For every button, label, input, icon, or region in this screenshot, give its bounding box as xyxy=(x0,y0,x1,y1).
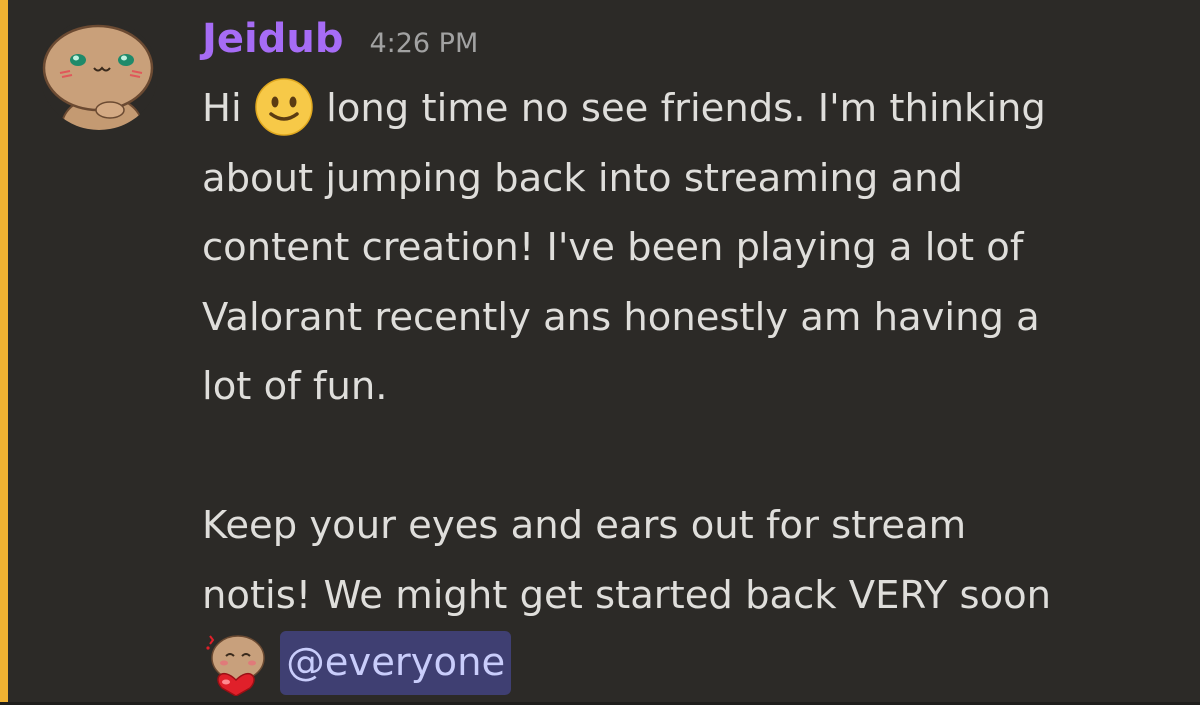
username[interactable]: Jeidub xyxy=(202,14,343,64)
mention-highlight-bar xyxy=(0,0,8,705)
message-line: content creation! I've been playing a lo… xyxy=(202,225,1024,270)
message-line: Keep your eyes and ears out for stream xyxy=(202,503,967,548)
message-line: about jumping back into streaming and xyxy=(202,155,963,201)
message-line: @everyone xyxy=(202,630,1162,700)
everyone-mention[interactable]: @everyone xyxy=(280,630,512,695)
message-timestamp[interactable]: 4:26 PM xyxy=(369,19,478,69)
user-avatar[interactable] xyxy=(40,18,158,130)
message-content: Hi long time no see friends. I'm thinkin… xyxy=(202,74,1162,700)
message-line: Hi long time no see friends. I'm thinkin… xyxy=(202,74,1162,144)
message-line: lot of fun. xyxy=(202,364,388,409)
message-header: Jeidub 4:26 PM xyxy=(202,14,478,64)
slightly-smiling-face-emoji-icon[interactable] xyxy=(254,77,314,137)
blushing-heart-bun-emoji-icon[interactable] xyxy=(202,630,268,696)
message-line: Valorant recently ans honestly am having… xyxy=(202,294,1040,340)
message-text: Hi xyxy=(202,86,242,131)
message-line: notis! We might get started back VERY so… xyxy=(202,572,1052,618)
message-text: long time no see friends. I'm thinking xyxy=(326,86,1046,131)
discord-message-screenshot: Jeidub 4:26 PM Hi long time no see frien… xyxy=(0,0,1200,705)
